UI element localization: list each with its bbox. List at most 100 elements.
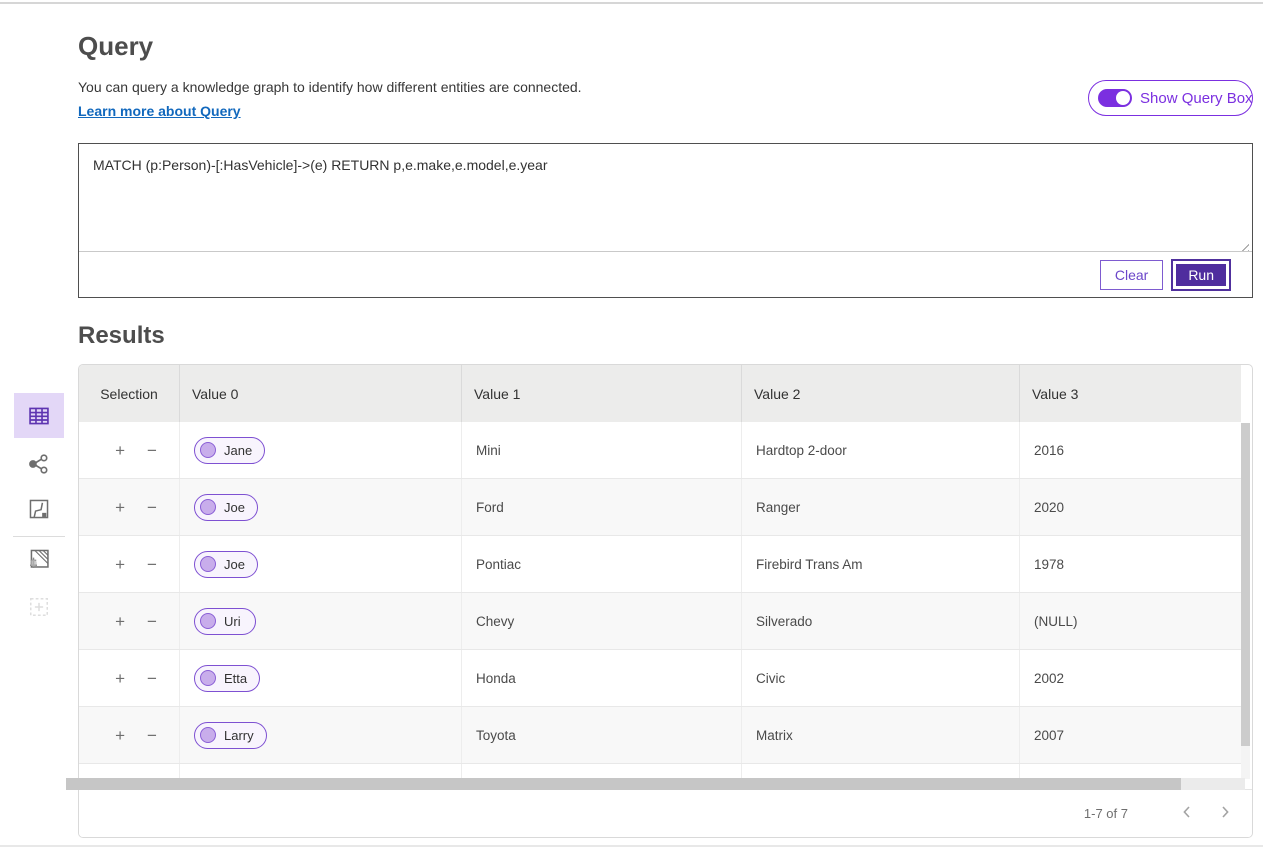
year-cell: 1978	[1019, 536, 1241, 592]
selection-cell: + −	[79, 593, 179, 649]
chevron-right-icon	[1221, 805, 1230, 822]
entity-name: Joe	[224, 500, 245, 515]
clear-button[interactable]: Clear	[1100, 260, 1163, 290]
entity-node-icon	[200, 727, 216, 743]
entity-node-icon	[200, 613, 216, 629]
toggle-label: Show Query Box	[1140, 90, 1253, 107]
horizontal-scrollbar-thumb[interactable]	[66, 778, 1181, 790]
model-cell: Matrix	[741, 707, 1019, 763]
selection-view-icon	[28, 596, 50, 618]
entity-name: Jane	[224, 443, 252, 458]
selection-cell: + −	[79, 536, 179, 592]
entity-chip[interactable]: Joe	[194, 551, 258, 578]
learn-more-link[interactable]: Learn more about Query	[78, 103, 241, 119]
results-table: Selection Value 0 Value 1 Value 2 Value …	[78, 364, 1253, 838]
remove-selection-button[interactable]: −	[145, 554, 159, 575]
query-textarea[interactable]: MATCH (p:Person)-[:HasVehicle]->(e) RETU…	[79, 144, 1252, 251]
entity-node-icon	[200, 670, 216, 686]
add-selection-button[interactable]: +	[113, 725, 127, 746]
horizontal-scrollbar[interactable]	[66, 778, 1245, 790]
entity-chip[interactable]: Etta	[194, 665, 260, 692]
year-cell: 2020	[1019, 479, 1241, 535]
model-cell: Civic	[741, 650, 1019, 706]
entity-chip[interactable]: Uri	[194, 608, 256, 635]
entity-cell: Uri	[179, 593, 461, 649]
pagination-prev-button[interactable]	[1174, 801, 1199, 826]
vertical-scrollbar[interactable]	[1241, 423, 1250, 779]
vertical-scrollbar-thumb[interactable]	[1241, 423, 1250, 746]
add-selection-button[interactable]: +	[113, 668, 127, 689]
make-cell: Ford	[461, 479, 741, 535]
column-header-value3: Value 3	[1019, 365, 1241, 422]
selection-cell: + −	[79, 479, 179, 535]
model-cell: Silverado	[741, 593, 1019, 649]
sidebar-item-table-view[interactable]	[14, 393, 64, 438]
query-box-footer: Clear Run	[79, 251, 1252, 297]
results-title: Results	[78, 322, 165, 350]
remove-selection-button[interactable]: −	[145, 725, 159, 746]
entity-name: Etta	[224, 671, 247, 686]
table-row: + − Joe Ford Ranger 2020	[79, 479, 1241, 536]
link-chart-icon	[28, 453, 50, 475]
selection-cell: + −	[79, 650, 179, 706]
make-cell: Honda	[461, 650, 741, 706]
sidebar-item-map-view[interactable]	[14, 486, 64, 531]
query-description: You can query a knowledge graph to ident…	[78, 79, 582, 95]
entity-cell	[179, 764, 461, 779]
make-cell: Mini	[461, 422, 741, 478]
table-row: + − Uri Chevy Silverado (NULL)	[79, 593, 1241, 650]
table-header-row: Selection Value 0 Value 1 Value 2 Value …	[79, 365, 1241, 422]
pagination-next-button[interactable]	[1213, 801, 1238, 826]
top-divider	[0, 2, 1263, 4]
selection-cell: + −	[79, 764, 179, 779]
remove-selection-button[interactable]: −	[145, 440, 159, 461]
year-cell: 2007	[1019, 707, 1241, 763]
entity-cell: Joe	[179, 536, 461, 592]
year-cell: 2002	[1019, 650, 1241, 706]
make-cell: Pontiac	[461, 536, 741, 592]
table-row: + − Jane Mini Hardtop 2-door 2016	[79, 422, 1241, 479]
map-view-icon	[28, 498, 50, 520]
entity-chip[interactable]: Larry	[194, 722, 267, 749]
pagination-range-label: 1-7 of 7	[1084, 806, 1128, 821]
run-button[interactable]: Run	[1173, 261, 1229, 289]
show-query-box-toggle[interactable]: Show Query Box	[1088, 80, 1253, 116]
table-row: + −	[79, 764, 1241, 779]
chevron-left-icon	[1182, 805, 1191, 822]
entity-node-icon	[200, 499, 216, 515]
year-cell	[1019, 764, 1241, 779]
make-cell	[461, 764, 741, 779]
model-cell: Firebird Trans Am	[741, 536, 1019, 592]
remove-selection-button[interactable]: −	[145, 611, 159, 632]
table-row: + − Etta Honda Civic 2002	[79, 650, 1241, 707]
entity-name: Larry	[224, 728, 254, 743]
table-row: + − Larry Toyota Matrix 2007	[79, 707, 1241, 764]
sidebar-item-link-chart-view[interactable]	[14, 441, 64, 486]
entity-cell: Joe	[179, 479, 461, 535]
remove-selection-button[interactable]: −	[145, 668, 159, 689]
model-cell: Ranger	[741, 479, 1019, 535]
add-selection-button[interactable]: +	[113, 611, 127, 632]
entity-name: Uri	[224, 614, 241, 629]
column-header-value1: Value 1	[461, 365, 741, 422]
toggle-switch-icon[interactable]	[1098, 89, 1132, 107]
entity-cell: Larry	[179, 707, 461, 763]
table-row: + − Joe Pontiac Firebird Trans Am 1978	[79, 536, 1241, 593]
model-cell: Hardtop 2-door	[741, 422, 1019, 478]
sidebar-item-add-to-map[interactable]	[14, 536, 64, 581]
remove-selection-button[interactable]: −	[145, 497, 159, 518]
add-selection-button[interactable]: +	[113, 497, 127, 518]
table-view-icon	[28, 405, 50, 427]
entity-node-icon	[200, 442, 216, 458]
query-box: MATCH (p:Person)-[:HasVehicle]->(e) RETU…	[78, 143, 1253, 298]
column-header-value2: Value 2	[741, 365, 1019, 422]
column-header-selection: Selection	[79, 365, 179, 422]
add-selection-button[interactable]: +	[113, 554, 127, 575]
add-to-map-icon	[28, 548, 50, 570]
entity-chip[interactable]: Jane	[194, 437, 265, 464]
table-footer: 1-7 of 7	[79, 789, 1252, 837]
entity-cell: Jane	[179, 422, 461, 478]
year-cell: 2016	[1019, 422, 1241, 478]
add-selection-button[interactable]: +	[113, 440, 127, 461]
entity-chip[interactable]: Joe	[194, 494, 258, 521]
